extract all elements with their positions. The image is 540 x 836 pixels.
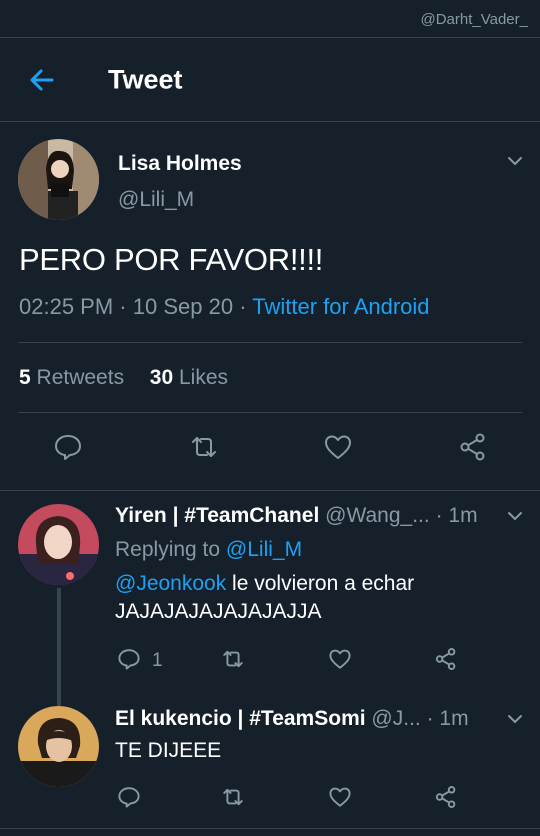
retweets-label: Retweets bbox=[36, 366, 125, 389]
reply-header: El kukencio | #TeamSomi @J... · 1m bbox=[115, 707, 504, 731]
reply-text: TE DIJEEE bbox=[115, 739, 222, 762]
watermark-bar: @Darht_Vader_ bbox=[0, 0, 540, 38]
avatar[interactable] bbox=[18, 706, 99, 787]
reply-author-handle[interactable]: @Wang_... bbox=[325, 504, 430, 527]
tweet-detail-screen: @Darht_Vader_ Tweet Lisa Holmes @Lili_M bbox=[0, 0, 540, 836]
main-tweet: Lisa Holmes @Lili_M PERO POR FAVOR!!!! 0… bbox=[0, 122, 540, 490]
retweets-stat[interactable]: 5 Retweets bbox=[19, 366, 124, 389]
author-name[interactable]: Lisa Holmes bbox=[118, 152, 242, 176]
page-title: Tweet bbox=[108, 64, 183, 95]
replying-to-mention[interactable]: @Lili_M bbox=[226, 538, 302, 561]
chevron-down-icon[interactable] bbox=[506, 152, 524, 170]
retweet-icon[interactable] bbox=[189, 432, 219, 462]
watermark: @Darht_Vader_ bbox=[420, 11, 528, 28]
share-icon[interactable] bbox=[434, 785, 458, 809]
reply-mention[interactable]: @Jeonkook bbox=[115, 572, 226, 595]
time-separator: · bbox=[426, 707, 440, 730]
meta-separator: · bbox=[239, 294, 253, 319]
reply-header: Yiren | #TeamChanel @Wang_... · 1m bbox=[115, 504, 504, 528]
retweet-icon[interactable] bbox=[221, 647, 245, 671]
likes-label: Likes bbox=[178, 366, 228, 389]
reply-time: 1m bbox=[439, 707, 469, 730]
time-separator: · bbox=[435, 504, 449, 527]
section-divider bbox=[0, 490, 540, 491]
tweet-text: PERO POR FAVOR!!!! bbox=[19, 242, 324, 277]
back-arrow-icon[interactable] bbox=[26, 64, 58, 96]
reply-time: 1m bbox=[448, 504, 478, 527]
reply-text: @Jeonkook le volvieron a echar JAJAJAJAJ… bbox=[115, 570, 414, 626]
reply-icon[interactable] bbox=[117, 785, 141, 809]
tweet-date: 10 Sep 20 bbox=[132, 294, 234, 319]
reply-icon[interactable] bbox=[117, 647, 141, 671]
reply-text-line1: le volvieron a echar bbox=[226, 572, 415, 595]
reply-author-name[interactable]: Yiren | #TeamChanel bbox=[115, 504, 319, 527]
chevron-down-icon[interactable] bbox=[506, 507, 524, 525]
tweet-source-link[interactable]: Twitter for Android bbox=[252, 294, 429, 319]
replying-to: Replying to @Lili_M bbox=[115, 538, 302, 562]
retweets-count: 5 bbox=[19, 366, 31, 389]
reply-count: 1 bbox=[152, 650, 163, 671]
tweet-meta: 02:25 PM · 10 Sep 20 · Twitter for Andro… bbox=[19, 294, 430, 320]
author-handle[interactable]: @Lili_M bbox=[118, 188, 194, 212]
reply-icon[interactable] bbox=[53, 432, 83, 462]
like-heart-icon[interactable] bbox=[323, 432, 353, 462]
chevron-down-icon[interactable] bbox=[506, 710, 524, 728]
meta-separator: · bbox=[119, 294, 133, 319]
reply-author-handle[interactable]: @J... bbox=[371, 707, 420, 730]
reply-text-line2: JAJAJAJAJAJAJAJJA bbox=[115, 600, 322, 623]
share-icon[interactable] bbox=[434, 647, 458, 671]
like-heart-icon[interactable] bbox=[328, 785, 352, 809]
avatar[interactable] bbox=[18, 139, 99, 220]
likes-count: 30 bbox=[149, 366, 174, 389]
likes-stat[interactable]: 30 Likes bbox=[150, 366, 228, 389]
thread-connector-line bbox=[57, 588, 61, 706]
tweet-time: 02:25 PM bbox=[19, 294, 114, 319]
section-divider bbox=[0, 828, 540, 829]
divider bbox=[18, 342, 522, 343]
share-icon[interactable] bbox=[458, 432, 488, 462]
avatar[interactable] bbox=[18, 504, 99, 585]
replying-prefix: Replying to bbox=[115, 538, 221, 561]
tweet-stats: 5 Retweets 30 Likes bbox=[19, 366, 228, 390]
retweet-icon[interactable] bbox=[221, 785, 245, 809]
top-bar: Tweet bbox=[0, 38, 540, 122]
divider bbox=[18, 412, 522, 413]
reply-author-name[interactable]: El kukencio | #TeamSomi bbox=[115, 707, 366, 730]
like-heart-icon[interactable] bbox=[328, 647, 352, 671]
